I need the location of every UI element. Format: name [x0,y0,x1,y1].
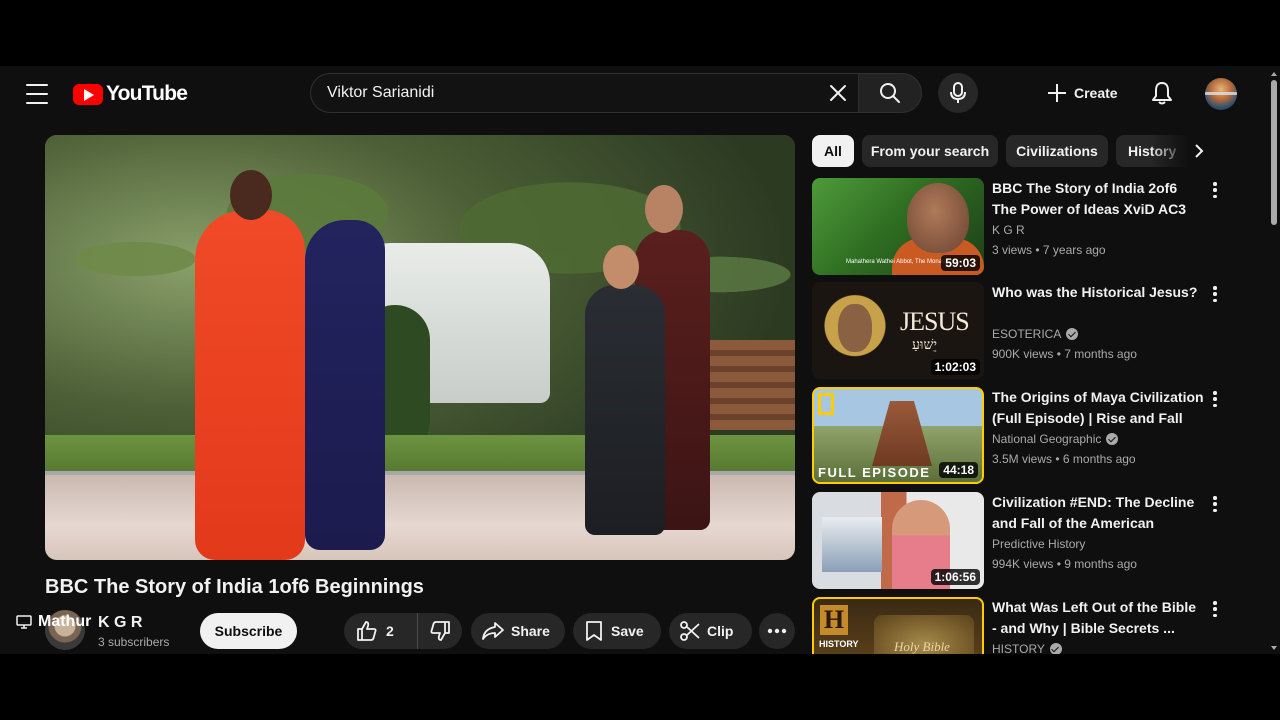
recommendation-meta: 3 views • 7 years ago [992,243,1106,257]
video-thumbnail[interactable]: JESUS יֵשׁוּעַ 1:02:03 [812,282,984,379]
cast-icon [16,615,32,629]
video-thumbnail[interactable]: Holy Bible H HISTORY [812,597,984,654]
cast-overlay: Mathur [16,613,91,631]
more-vert-icon[interactable] [1208,180,1222,200]
video-duration: 44:18 [939,462,978,478]
scroll-up-icon[interactable] [1271,72,1277,76]
recommendation-meta: 3.5M views • 6 months ago [992,452,1136,466]
more-vert-icon[interactable] [1208,284,1222,304]
more-vert-icon[interactable] [1208,599,1222,619]
youtube-watch-page: YouTube Create BBC The Story of India 1o… [0,66,1280,654]
video-duration: 1:02:03 [930,359,980,375]
microphone-icon [950,82,966,103]
notifications-button[interactable] [1142,73,1182,113]
recommendation-title[interactable]: What Was Left Out of the Bible - and Why… [992,597,1204,639]
youtube-logo[interactable]: YouTube [73,82,188,106]
voice-search-button[interactable] [938,73,978,113]
thumbnail-hebrew-text: יֵשׁוּעַ [912,338,938,353]
create-button[interactable]: Create [1036,73,1132,113]
clip-label: Clip [707,623,734,639]
save-label: Save [611,623,644,639]
dislike-button[interactable] [418,613,462,649]
search-input[interactable] [311,74,818,112]
recommendation-channel[interactable]: HISTORY [992,642,1062,654]
recommendation-item[interactable]: FULL EPISODE 44:18 The Origins of Maya C… [812,387,1222,484]
like-button[interactable]: 2 [344,613,418,649]
plus-icon [1048,84,1066,102]
video-thumbnail[interactable]: FULL EPISODE 44:18 [812,387,984,484]
clear-search-button[interactable] [818,73,858,113]
video-title: BBC The Story of India 1of6 Beginnings [45,576,424,598]
channel-name[interactable]: K G R [98,614,142,632]
thumbnail-text: JESUS [900,307,970,336]
verified-icon [1066,328,1079,340]
search-box [310,73,858,113]
verified-icon [1049,643,1062,654]
history-logo-text: HISTORY [819,639,859,649]
bell-icon [1152,82,1172,105]
account-avatar[interactable] [1205,78,1237,110]
scissors-icon [680,621,700,641]
chips-next-button[interactable] [1184,136,1214,166]
close-icon [830,85,846,101]
save-button[interactable]: Save [573,613,661,649]
logo-text: YouTube [106,82,188,105]
subscriber-count: 3 subscribers [98,635,170,649]
scroll-down-icon[interactable] [1271,646,1277,650]
clip-button[interactable]: Clip [669,613,752,649]
recommendation-channel[interactable]: ESOTERICA [992,327,1079,341]
more-vert-icon[interactable] [1208,494,1222,514]
chip-all[interactable]: All [812,135,854,167]
video-thumbnail[interactable]: 1:06:56 [812,492,984,589]
thumbs-down-icon [430,621,450,641]
chip-civilizations[interactable]: Civilizations [1006,135,1108,167]
video-duration: 1:06:56 [930,569,980,585]
search-button[interactable] [858,73,922,113]
chevron-right-icon [1195,144,1204,158]
search-icon [880,83,900,103]
history-logo-icon: H [820,605,848,635]
recommendation-meta: 994K views • 9 months ago [992,557,1137,571]
thumbnail-text: FULL EPISODE [818,465,931,480]
thumbnail-caption: Mahathera Wathei Abbot, The Monastery [846,259,956,265]
recommendation-title[interactable]: Civilization #END: The Decline and Fall … [992,492,1204,534]
recommendation-title[interactable]: BBC The Story of India 2of6 The Power of… [992,178,1204,220]
more-actions-button[interactable] [759,613,795,649]
recommendation-title[interactable]: The Origins of Maya Civilization (Full E… [992,387,1204,429]
recommendation-title[interactable]: Who was the Historical Jesus? [992,282,1204,303]
recommendation-item[interactable]: JESUS יֵשׁוּעַ 1:02:03 Who was the Histo… [812,282,1222,379]
share-button[interactable]: Share [471,613,565,649]
like-count: 2 [386,623,394,639]
video-player[interactable] [45,135,795,560]
like-dislike-group: 2 [344,613,462,649]
verified-icon [1106,433,1119,445]
recommendation-item[interactable]: Holy Bible H HISTORY What Was Left Out o… [812,597,1222,654]
scrollbar-thumb[interactable] [1271,80,1277,225]
recommendation-channel[interactable]: Predictive History [992,537,1085,551]
video-thumbnail[interactable]: Mahathera Wathei Abbot, The Monastery 59… [812,178,984,275]
share-label: Share [511,623,550,639]
share-icon [482,622,504,640]
bookmark-icon [586,621,602,641]
recommendation-channel[interactable]: National Geographic [992,432,1119,446]
more-horizontal-icon [767,628,787,634]
cast-device-name: Mathur [38,613,92,630]
thumbs-up-icon [357,621,377,641]
recommendation-meta: 900K views • 7 months ago [992,347,1137,361]
recommendation-item[interactable]: 1:06:56 Civilization #END: The Decline a… [812,492,1222,589]
subscribe-button[interactable]: Subscribe [200,613,297,649]
page-scrollbar[interactable] [1268,66,1280,654]
video-duration: 59:03 [941,255,980,271]
nat-geo-logo-icon [818,393,834,415]
recommendation-item[interactable]: Mahathera Wathei Abbot, The Monastery 59… [812,178,1222,275]
thumbnail-text: Holy Bible [894,639,950,654]
chip-from-your-search[interactable]: From your search [862,135,998,167]
menu-icon[interactable] [26,84,48,104]
play-logo-icon [73,83,103,105]
more-vert-icon[interactable] [1208,389,1222,409]
recommendation-channel[interactable]: K G R [992,223,1025,237]
create-label: Create [1074,85,1118,101]
